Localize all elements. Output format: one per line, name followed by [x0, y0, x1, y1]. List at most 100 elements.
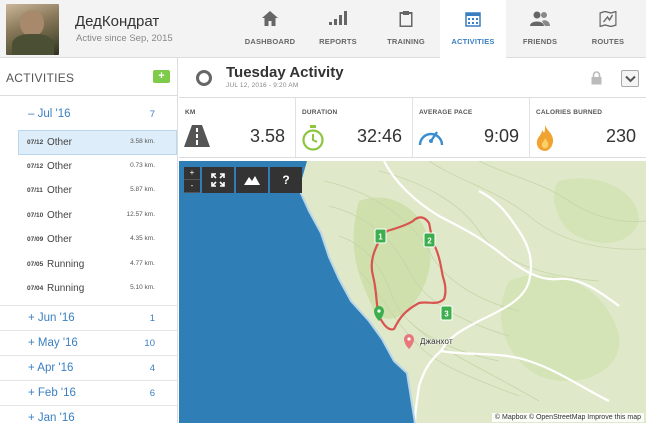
activity-distance: 0.73 km. [130, 161, 155, 169]
fullscreen-button[interactable] [202, 167, 234, 193]
month-toggle-jun[interactable]: + Jun '16 1 [0, 306, 177, 331]
route-map[interactable]: 1 2 3 Джанхот + - ? © Mapbox © OpenStree… [179, 161, 646, 423]
activity-date: 07/05 [27, 260, 44, 268]
sidebar-header: ACTIVITIES + [0, 58, 177, 96]
speedometer-icon [418, 131, 444, 146]
zoom-out-button[interactable]: - [184, 180, 200, 193]
app-header: ДедКондрат Active since Sep, 2015 DASHBO… [0, 0, 646, 58]
activity-type: Running [47, 258, 85, 270]
month-count: 7 [149, 109, 155, 120]
activity-distance: 4.77 km. [130, 259, 155, 267]
activity-type: Running [47, 283, 85, 294]
activity-row[interactable]: 07/12 Other 0.73 km. [0, 155, 177, 180]
month-count: 6 [149, 387, 155, 399]
stat-label: CALORIES BURNED [536, 109, 603, 116]
map-attribution[interactable]: © Mapbox © OpenStreetMap Improve this ma… [491, 413, 644, 422]
tab-dashboard[interactable]: DASHBOARD [236, 0, 304, 58]
month-toggle-jan[interactable]: + Jan '16 [0, 406, 177, 423]
tab-routes[interactable]: ROUTES [574, 0, 642, 58]
activity-distance: 4.35 km. [130, 235, 155, 242]
activity-date: 07/12 [27, 139, 44, 146]
avatar[interactable] [6, 4, 59, 55]
flame-icon [536, 125, 554, 151]
activity-title: Tuesday Activity [226, 64, 344, 81]
month-count: 4 [149, 362, 155, 374]
map-marker-3-label: 3 [444, 310, 449, 319]
user-name[interactable]: ДедКондрат [75, 13, 159, 30]
lock-icon[interactable] [591, 71, 602, 85]
bar-chart-icon [329, 11, 347, 25]
add-activity-button[interactable]: + [153, 70, 170, 83]
activity-row[interactable]: 07/11 Other 5.87 km. [0, 179, 177, 204]
tab-activities[interactable]: ACTIVITIES [440, 0, 506, 58]
zoom-controls: + - [184, 167, 200, 193]
activity-date: 07/11 [27, 187, 43, 194]
activity-row[interactable]: 07/05 Running 4.77 km. [0, 253, 177, 278]
stats-bar: KM 3.58 DURATION 32:46 AVERAGE PACE 9:09… [179, 98, 646, 158]
tab-activities-label: ACTIVITIES [451, 37, 495, 46]
friends-icon [530, 11, 550, 26]
activity-options-dropdown[interactable] [621, 70, 639, 87]
tab-routes-label: ROUTES [591, 37, 625, 46]
activity-type: Other [47, 209, 73, 221]
month-label: + Apr '16 [28, 361, 74, 374]
activity-distance: 5.10 km. [130, 284, 155, 291]
activity-row[interactable]: 07/10 Other 12.57 km. [0, 204, 177, 229]
collapse-toggle: – [28, 108, 35, 120]
activity-distance: 3.58 km. [130, 138, 155, 145]
activity-row[interactable]: 07/04 Running 5.10 km. [0, 277, 177, 302]
activity-row[interactable]: 07/09 Other 4.35 km. [0, 228, 177, 253]
activity-date: 07/09 [27, 236, 44, 243]
map-marker-3[interactable]: 3 [440, 305, 453, 321]
month-toggle-apr[interactable]: + Apr '16 4 [0, 356, 177, 381]
activity-list: 07/12 Other 3.58 km. 07/12 Other 0.73 km… [0, 130, 177, 306]
tab-dashboard-label: DASHBOARD [244, 37, 296, 46]
month-toggle-feb[interactable]: + Feb '16 6 [0, 381, 177, 406]
month-count: 10 [144, 337, 155, 349]
activity-distance: 5.87 km. [130, 186, 155, 193]
month-toggle-may[interactable]: + May '16 10 [0, 331, 177, 356]
tab-training-label: TRAINING [387, 37, 425, 46]
activity-date: 07/04 [27, 285, 44, 292]
map-marker-2-label: 2 [427, 237, 432, 246]
calendar-icon [465, 12, 481, 27]
map-help-button[interactable]: ? [270, 167, 302, 193]
expand-icon [211, 173, 225, 187]
activity-type: Other [47, 185, 73, 196]
tab-reports[interactable]: REPORTS [304, 0, 372, 58]
user-since: Active since Sep, 2015 [76, 33, 173, 44]
activity-title-bar: Tuesday Activity JUL 12, 2016 - 9:20 AM [179, 58, 646, 98]
activities-sidebar: ACTIVITIES + – Jul '16 7 07/12 Other 3.5… [0, 58, 178, 423]
activity-distance: 12.57 km. [126, 210, 155, 218]
stat-label: AVERAGE PACE [419, 109, 473, 116]
stat-duration: DURATION 32:46 [296, 98, 413, 157]
activity-type: Other [47, 160, 73, 172]
main-nav: DASHBOARD REPORTS TRAINING ACTIVITIES FR… [236, 0, 642, 58]
month-toggle-jul[interactable]: – Jul '16 7 [0, 96, 177, 130]
route-map-icon [599, 11, 617, 27]
month-count: 1 [149, 312, 155, 324]
zoom-in-button[interactable]: + [184, 167, 200, 180]
activity-row-selected[interactable]: 07/12 Other 3.58 km. [18, 130, 177, 155]
month-label: + May '16 [28, 336, 78, 349]
map-controls: + - ? [184, 167, 302, 193]
road-icon [184, 125, 210, 147]
tab-training[interactable]: TRAINING [372, 0, 440, 58]
map-marker-2[interactable]: 2 [423, 232, 436, 248]
stat-value: 32:46 [356, 126, 402, 146]
activity-type: Other [47, 137, 73, 148]
clipboard-icon [399, 11, 413, 27]
stat-pace: AVERAGE PACE 9:09 [413, 98, 530, 157]
activity-type-icon [196, 70, 212, 86]
terrain-toggle-button[interactable] [236, 167, 268, 193]
month-label: + Jan '16 [28, 411, 75, 423]
map-marker-1[interactable]: 1 [374, 228, 387, 244]
month-name: Jul '16 [37, 108, 71, 120]
map-terrain: 1 2 3 [298, 161, 646, 423]
tab-friends[interactable]: FRIENDS [506, 0, 574, 58]
activity-detail: Tuesday Activity JUL 12, 2016 - 9:20 AM … [179, 58, 646, 423]
stat-distance: KM 3.58 [179, 98, 296, 157]
place-label: Джанхот [420, 337, 453, 346]
tab-reports-label: REPORTS [319, 37, 357, 46]
month-label: + Jun '16 [28, 311, 75, 324]
